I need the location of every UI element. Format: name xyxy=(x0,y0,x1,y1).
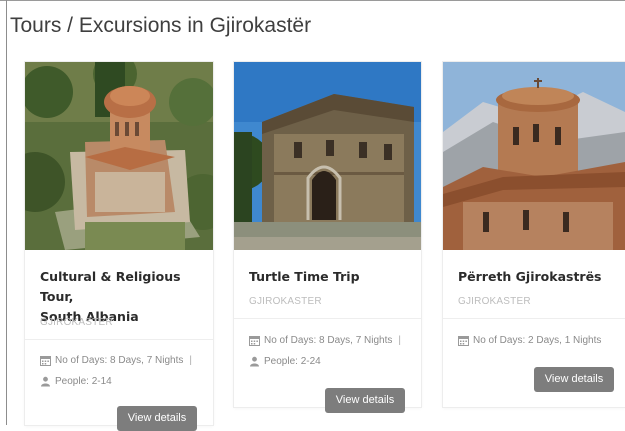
page-title: Tours / Excursions in Gjirokastër xyxy=(10,14,312,37)
tour-days: No of Days: 2 Days, 1 Nights xyxy=(458,335,601,346)
tour-location: GJIROKASTER xyxy=(40,317,113,328)
tour-people: People: 2-14 xyxy=(40,376,112,387)
byzantine-church-aerial-photo xyxy=(25,62,213,250)
tour-title-line1: Përreth Gjirokastrës xyxy=(458,269,602,284)
stone-church-facade-photo xyxy=(234,62,421,250)
view-details-button[interactable]: View details xyxy=(534,367,614,392)
tour-card[interactable]: Përreth Gjirokastrës GJIROKASTER No of D… xyxy=(443,62,625,407)
calendar-icon xyxy=(458,336,469,346)
tour-days: No of Days: 8 Days, 7 Nights | xyxy=(249,335,401,346)
view-details-button[interactable]: View details xyxy=(117,406,197,431)
meta-separator: | xyxy=(189,355,192,366)
tour-title-line1: Turtle Time Trip xyxy=(249,269,360,284)
person-icon xyxy=(41,376,50,387)
tour-title-line1: Cultural & Religious Tour, xyxy=(40,269,181,304)
calendar-icon xyxy=(249,336,260,346)
tour-days-text: No of Days: 2 Days, 1 Nights xyxy=(473,335,602,346)
tour-people-text: People: 2-24 xyxy=(264,356,321,367)
tour-card[interactable]: Turtle Time Trip GJIROKASTER No of Days:… xyxy=(234,62,421,413)
tour-title[interactable]: Turtle Time Trip xyxy=(249,267,360,287)
tour-photo[interactable] xyxy=(234,62,421,250)
tour-location: GJIROKASTER xyxy=(458,296,531,307)
tour-days: No of Days: 8 Days, 7 Nights | xyxy=(40,355,192,366)
card-divider xyxy=(25,339,213,340)
card-divider xyxy=(443,318,625,319)
view-details-button[interactable]: View details xyxy=(325,388,405,413)
church-dome-mountains-photo xyxy=(443,62,625,250)
tour-photo[interactable] xyxy=(443,62,625,250)
meta-separator: | xyxy=(398,335,401,346)
tour-photo[interactable] xyxy=(25,62,213,250)
tour-people: People: 2-24 xyxy=(249,356,321,367)
tour-card[interactable]: Cultural & Religious Tour, South Albania… xyxy=(25,62,213,431)
tour-people-text: People: 2-14 xyxy=(55,376,112,387)
window-frame-top xyxy=(0,0,625,1)
tour-location: GJIROKASTER xyxy=(249,296,322,307)
tour-title[interactable]: Përreth Gjirokastrës xyxy=(458,267,602,287)
person-icon xyxy=(250,356,259,367)
calendar-icon xyxy=(40,356,51,366)
tour-days-text: No of Days: 8 Days, 7 Nights xyxy=(264,335,393,346)
card-divider xyxy=(234,318,421,319)
window-frame-left xyxy=(6,0,7,425)
tour-days-text: No of Days: 8 Days, 7 Nights xyxy=(55,355,184,366)
